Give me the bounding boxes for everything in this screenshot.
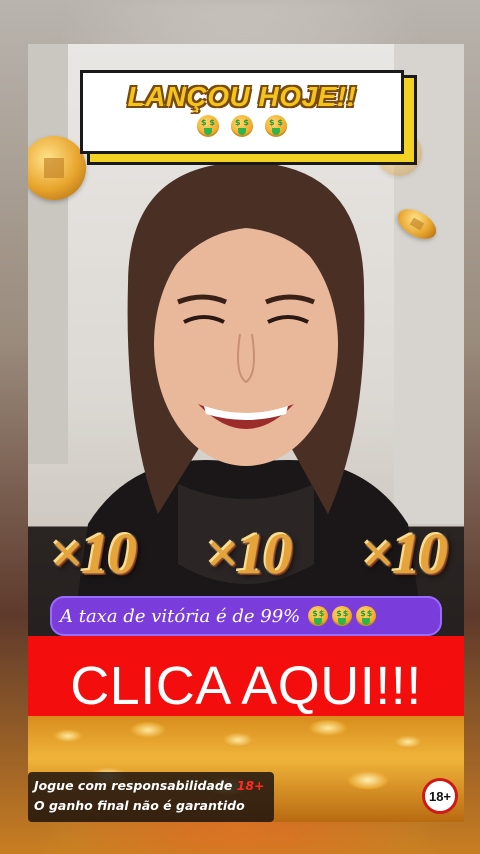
money-mouth-face-icon	[265, 115, 287, 137]
banner-emoji-row	[83, 115, 401, 137]
banner-title: LANÇOU HOJE!!	[127, 81, 357, 112]
win-rate-pill: A taxa de vitória é de 99%	[50, 596, 442, 636]
disclaimer-line-2: O ganho final não é garantido	[34, 798, 245, 813]
launch-banner: LANÇOU HOJE!!	[80, 70, 404, 154]
win-rate-text: A taxa de vitória é de 99%	[60, 605, 301, 627]
disclaimer-box: Jogue com responsabilidade 18+ O ganho f…	[28, 772, 274, 822]
disclaimer-line-1: Jogue com responsabilidade	[34, 778, 233, 793]
age-restriction-badge: 18+	[422, 778, 458, 814]
multiplier-label: ×10	[205, 520, 292, 586]
win-rate-emojis	[308, 606, 377, 626]
cta-label: CLICA AQUI!!!	[70, 656, 422, 716]
multiplier-label: ×10	[360, 520, 448, 586]
ad-video-card[interactable]: LANÇOU HOJE!! ×10 ×10 ×10 A taxa de vitó…	[28, 44, 464, 822]
disclaimer-age-text: 18+	[236, 778, 265, 793]
multiplier-label: ×10	[50, 520, 137, 586]
money-mouth-face-icon	[308, 606, 329, 626]
multiplier-row: ×10 ×10 ×10	[50, 512, 448, 594]
money-mouth-face-icon	[356, 606, 377, 626]
money-mouth-face-icon	[332, 606, 353, 626]
money-mouth-face-icon	[197, 115, 219, 137]
money-mouth-face-icon	[231, 115, 253, 137]
